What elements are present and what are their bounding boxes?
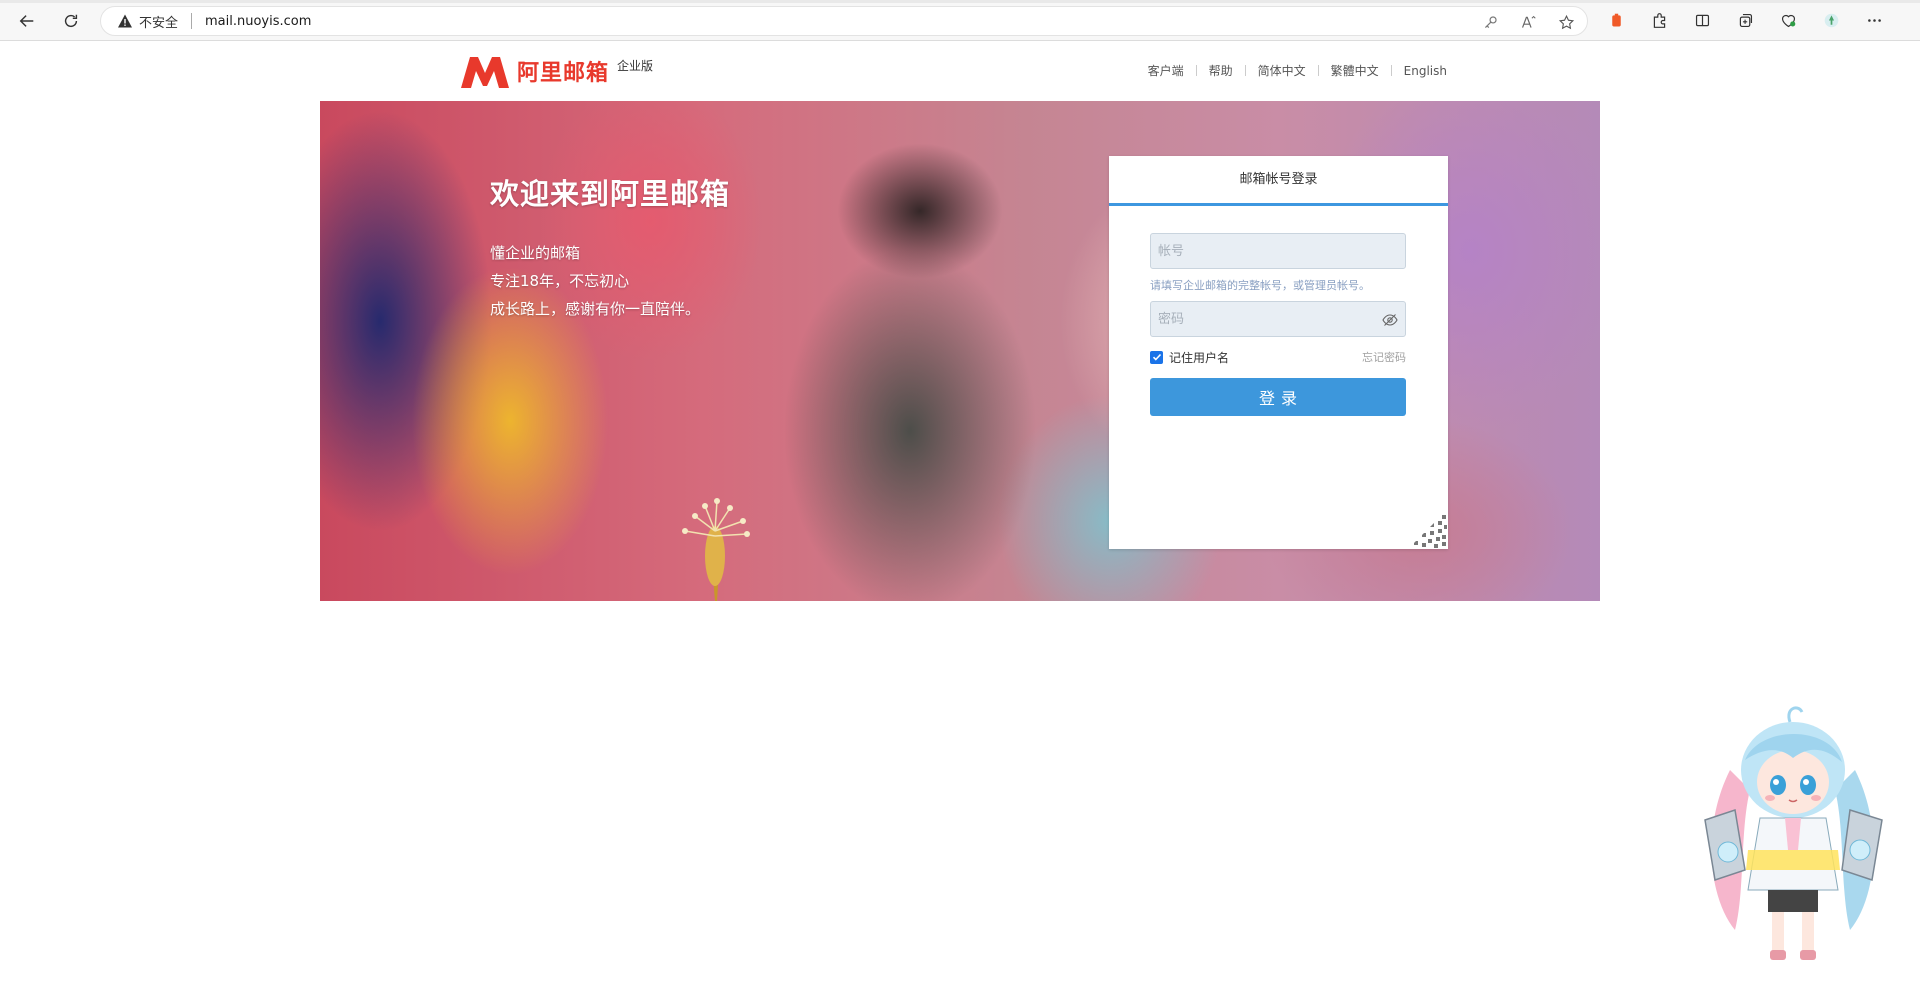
anime-mascot-image[interactable] — [1690, 700, 1900, 970]
back-arrow-icon — [19, 15, 34, 27]
browser-essentials-icon[interactable] — [1777, 9, 1799, 31]
link-separator — [1317, 65, 1319, 76]
checkmark-icon — [1152, 353, 1161, 361]
collections-icon[interactable] — [1734, 9, 1756, 31]
address-separator — [191, 13, 193, 29]
hide-password-eye-icon[interactable] — [1382, 312, 1398, 328]
hero-banner: 欢迎来到阿里邮箱 懂企业的邮箱 专注18年，不忘初心 成长路上，感谢有你一直陪伴… — [320, 101, 1600, 601]
tagline-line: 懂企业的邮箱 — [490, 244, 581, 262]
password-key-icon[interactable] — [1479, 11, 1501, 33]
header-links: 客户端 帮助 简体中文 繁體中文 English — [1148, 62, 1447, 79]
logo-text: 阿里邮箱 — [517, 61, 610, 86]
back-button[interactable] — [14, 8, 40, 34]
tagline-block: 懂企业的邮箱 专注18年，不忘初心 成长路上，感谢有你一直陪伴。 — [490, 239, 730, 323]
site-header: 阿里邮箱 企业版 客户端 帮助 简体中文 繁體中文 English — [0, 42, 1920, 100]
welcome-title: 欢迎来到阿里邮箱 — [490, 177, 731, 211]
forgot-password-link[interactable]: 忘记密码 — [1362, 349, 1406, 365]
remember-checkbox[interactable] — [1150, 350, 1163, 364]
login-panel: 邮箱帐号登录 请填写企业邮箱的完整帐号，或管理员帐号。 记住用 — [1109, 156, 1448, 549]
banner-text-block: 欢迎来到阿里邮箱 懂企业的邮箱 专注18年，不忘初心 成长路上，感谢有你一直陪伴… — [490, 171, 730, 323]
link-separator — [1195, 65, 1197, 76]
address-bar[interactable]: 不安全 mail.nuoyis.com — [100, 6, 1588, 36]
link-client[interactable]: 客户端 — [1148, 62, 1184, 79]
remember-row: 记住用户名 忘记密码 — [1150, 349, 1406, 365]
favorite-star-icon[interactable] — [1555, 11, 1577, 33]
extensions-puzzle-icon[interactable] — [1648, 9, 1670, 31]
login-form: 请填写企业邮箱的完整帐号，或管理员帐号。 记住用户名 忘记密码 登录 — [1109, 206, 1448, 416]
account-hint: 请填写企业邮箱的完整帐号，或管理员帐号。 — [1150, 279, 1370, 292]
account-field[interactable] — [1150, 233, 1406, 269]
url-text[interactable]: mail.nuoyis.com — [205, 14, 311, 29]
browser-tab-strip-edge — [0, 0, 1920, 3]
profile-avatar-icon[interactable] — [1820, 9, 1842, 31]
qr-code-login-icon[interactable] — [1408, 509, 1448, 549]
browser-toolbar: 不安全 mail.nuoyis.com — [0, 0, 1920, 41]
link-english[interactable]: English — [1404, 64, 1447, 78]
address-bar-actions — [1479, 11, 1577, 33]
link-traditional-chinese[interactable]: 繁體中文 — [1331, 62, 1379, 79]
link-separator — [1244, 65, 1246, 76]
read-aloud-icon[interactable] — [1517, 11, 1539, 33]
warning-icon[interactable] — [117, 13, 133, 29]
link-separator — [1390, 65, 1392, 76]
extension-orange-icon[interactable] — [1605, 9, 1627, 31]
link-help[interactable]: 帮助 — [1209, 62, 1233, 79]
tagline-line: 专注18年，不忘初心 — [490, 272, 630, 290]
remember-label[interactable]: 记住用户名 — [1169, 349, 1229, 366]
reload-button[interactable] — [58, 8, 84, 34]
account-input[interactable] — [1151, 234, 1405, 268]
login-button[interactable]: 登录 — [1150, 378, 1406, 416]
logo-edition: 企业版 — [617, 59, 654, 73]
not-secure-label[interactable]: 不安全 — [139, 12, 178, 31]
more-menu-icon[interactable] — [1863, 9, 1885, 31]
password-field[interactable] — [1150, 301, 1406, 337]
flower-decoration — [682, 498, 750, 601]
aliyun-mail-logo[interactable]: 阿里邮箱 企业版 — [459, 54, 653, 90]
remember-username-control[interactable]: 记住用户名 — [1150, 349, 1229, 366]
link-simplified-chinese[interactable]: 简体中文 — [1258, 62, 1306, 79]
browser-toolbar-icons — [1605, 9, 1885, 31]
password-input[interactable] — [1151, 302, 1405, 336]
tab-mail-account-login[interactable]: 邮箱帐号登录 — [1109, 156, 1448, 206]
reload-icon — [64, 14, 78, 28]
split-screen-icon[interactable] — [1691, 9, 1713, 31]
logo-m-icon — [459, 54, 511, 90]
tagline-line: 成长路上，感谢有你一直陪伴。 — [490, 300, 701, 318]
